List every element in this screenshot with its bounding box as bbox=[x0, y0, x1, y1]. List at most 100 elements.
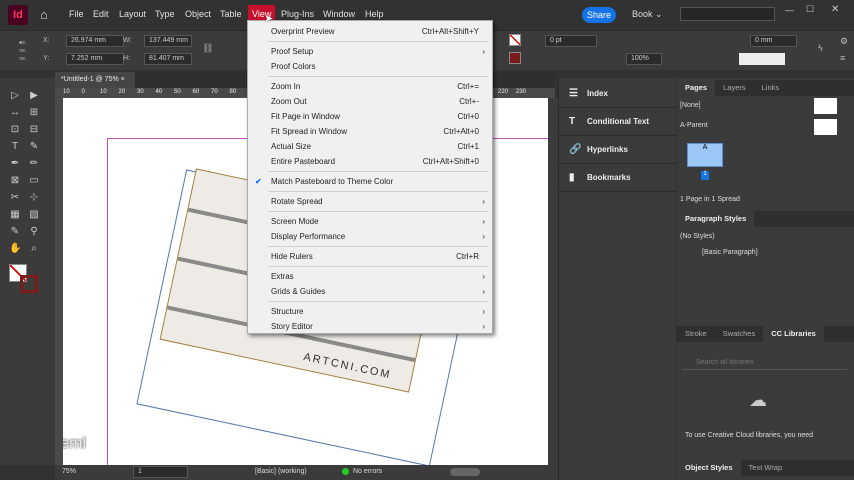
menu-item-rotate-spread[interactable]: Rotate Spread › bbox=[248, 194, 492, 209]
tool-icon[interactable]: ↔ bbox=[9, 107, 21, 119]
close-button[interactable]: ✕ bbox=[831, 4, 839, 15]
menu-type[interactable]: Type bbox=[155, 9, 175, 19]
tab-cc-libraries[interactable]: CC Libraries bbox=[763, 326, 824, 342]
offset-field[interactable]: 0 mm bbox=[750, 35, 797, 47]
stroke-color-swatch[interactable] bbox=[20, 275, 38, 293]
panel-conditional-text[interactable]: T Conditional Text bbox=[559, 108, 677, 136]
tool-icon[interactable]: ⊞ bbox=[28, 107, 40, 119]
vertical-scrollbar[interactable] bbox=[548, 98, 558, 465]
menu-item-zoom-out[interactable]: Zoom Out Ctrl+- bbox=[248, 94, 492, 109]
share-button[interactable]: Share bbox=[582, 7, 616, 23]
menu-item-actual-size[interactable]: Actual Size Ctrl+1 bbox=[248, 139, 492, 154]
tool-icon[interactable]: ⚲ bbox=[28, 226, 40, 238]
preflight-profile[interactable]: [Basic] (working) bbox=[255, 468, 307, 475]
close-tab-icon[interactable]: × bbox=[121, 76, 125, 83]
menu-item-display-performance[interactable]: Display Performance › bbox=[248, 229, 492, 244]
menu-item-extras[interactable]: Extras › bbox=[248, 269, 492, 284]
library-search-input[interactable] bbox=[682, 356, 847, 370]
tool-icon[interactable]: ⊟ bbox=[28, 124, 40, 136]
panel-index[interactable]: ☰ Index bbox=[559, 80, 677, 108]
menu-item-structure[interactable]: Structure › bbox=[248, 304, 492, 319]
menu-edit[interactable]: Edit bbox=[93, 9, 109, 19]
minimize-button[interactable]: — bbox=[785, 5, 794, 15]
gear-icon[interactable]: ⚙ bbox=[840, 36, 848, 47]
menu-separator bbox=[268, 266, 488, 267]
vertical-ruler[interactable] bbox=[55, 98, 63, 465]
workspace-switcher[interactable]: Book ⌄ bbox=[632, 9, 663, 20]
tab-links[interactable]: Links bbox=[754, 80, 788, 96]
tool-icon[interactable]: ✂ bbox=[9, 192, 21, 204]
menu-file[interactable]: File bbox=[69, 9, 84, 19]
menu-window[interactable]: Window bbox=[323, 9, 355, 19]
panel-menu-icon[interactable]: ≡ bbox=[840, 53, 845, 63]
style-dropdown[interactable] bbox=[739, 53, 785, 65]
page-field[interactable]: 1 bbox=[133, 466, 188, 478]
page-thumbnail[interactable]: A bbox=[687, 143, 723, 167]
style-basic-paragraph[interactable]: [Basic Paragraph] bbox=[702, 249, 758, 256]
y-field[interactable]: 7.252 mm bbox=[66, 53, 124, 65]
tool-icon[interactable]: ▭ bbox=[28, 175, 40, 187]
tool-icon[interactable]: ✒ bbox=[9, 158, 21, 170]
tab-layers[interactable]: Layers bbox=[715, 80, 754, 96]
style-no-styles[interactable]: (No Styles) bbox=[680, 233, 715, 240]
tool-icon[interactable]: ⊠ bbox=[9, 175, 21, 187]
menu-item-hide-rulers[interactable]: Hide Rulers Ctrl+R bbox=[248, 249, 492, 264]
menu-item-zoom-in[interactable]: Zoom In Ctrl+= bbox=[248, 79, 492, 94]
menu-item-proof-setup[interactable]: Proof Setup › bbox=[248, 44, 492, 59]
parent-a[interactable]: A-Parent bbox=[680, 122, 708, 129]
menu-item-proof-colors[interactable]: Proof Colors bbox=[248, 59, 492, 74]
zoom-level[interactable]: 75% bbox=[62, 468, 76, 475]
panel-bookmarks[interactable]: ▮ Bookmarks bbox=[559, 164, 677, 192]
menu-item-overprint-preview[interactable]: Overprint Preview Ctrl+Alt+Shift+Y bbox=[248, 24, 492, 39]
menu-item-fit-spread-in-window[interactable]: Fit Spread in Window Ctrl+Alt+0 bbox=[248, 124, 492, 139]
height-field[interactable]: 81.407 mm bbox=[144, 53, 192, 65]
menu-item-grids-guides[interactable]: Grids & Guides › bbox=[248, 284, 492, 299]
tool-icon[interactable]: ⌕ bbox=[28, 243, 40, 255]
document-tab[interactable]: *Untitled-1 @ 75% × bbox=[55, 72, 135, 88]
horizontal-scrollbar[interactable] bbox=[450, 468, 480, 476]
lightning-icon[interactable]: ϟ bbox=[818, 43, 823, 53]
maximize-button[interactable]: ☐ bbox=[806, 4, 814, 15]
tab-stroke[interactable]: Stroke bbox=[677, 326, 715, 342]
menu-help[interactable]: Help bbox=[365, 9, 384, 19]
tab-text-wrap[interactable]: Text Wrap bbox=[741, 460, 791, 476]
tool-icon[interactable]: ▦ bbox=[9, 209, 21, 221]
fill-swatch[interactable] bbox=[509, 34, 521, 46]
tab-object-styles[interactable]: Object Styles bbox=[677, 460, 741, 476]
preflight-status[interactable]: No errors bbox=[353, 468, 382, 475]
menu-item-match-pasteboard-to-theme-color[interactable]: ✔ Match Pasteboard to Theme Color bbox=[248, 174, 492, 189]
menu-object[interactable]: Object bbox=[185, 9, 211, 19]
menu-item-entire-pasteboard[interactable]: Entire Pasteboard Ctrl+Alt+Shift+0 bbox=[248, 154, 492, 169]
tab-paragraph-styles[interactable]: Paragraph Styles bbox=[677, 211, 755, 227]
tool-icon[interactable]: ✎ bbox=[9, 226, 21, 238]
width-field[interactable]: 137.449 mm bbox=[144, 35, 192, 47]
tool-icon[interactable]: ✎ bbox=[28, 141, 40, 153]
home-icon[interactable]: ⌂ bbox=[40, 7, 48, 22]
menu-layout[interactable]: Layout bbox=[119, 9, 146, 19]
menu-item-fit-page-in-window[interactable]: Fit Page in Window Ctrl+0 bbox=[248, 109, 492, 124]
menu-table[interactable]: Table bbox=[220, 9, 242, 19]
search-box[interactable] bbox=[680, 7, 775, 21]
constrain-proportions-icon[interactable]: ⛓ bbox=[202, 43, 213, 54]
opacity-field[interactable]: 100% bbox=[626, 53, 662, 65]
tab-pages[interactable]: Pages bbox=[677, 80, 716, 96]
tool-icon[interactable]: ▨ bbox=[28, 209, 40, 221]
panel-hyperlinks[interactable]: 🔗 Hyperlinks bbox=[559, 136, 677, 164]
tool-icon[interactable]: ▶ bbox=[28, 90, 40, 102]
tool-icon[interactable]: ✏ bbox=[28, 158, 40, 170]
stroke-weight-field[interactable]: 0 pt bbox=[545, 35, 597, 47]
tool-icon[interactable]: T bbox=[9, 141, 21, 153]
tool-icon[interactable]: ⊡ bbox=[9, 124, 21, 136]
x-field[interactable]: 26.974 mm bbox=[66, 35, 124, 47]
ruler-tick-label: 30 bbox=[137, 89, 144, 95]
menu-plug-ins[interactable]: Plug-Ins bbox=[281, 9, 314, 19]
tab-swatches[interactable]: Swatches bbox=[715, 326, 764, 342]
tool-icon[interactable]: ⊹ bbox=[28, 192, 40, 204]
parent-none[interactable]: [None] bbox=[680, 102, 701, 109]
tool-icon[interactable]: ✋ bbox=[9, 243, 21, 255]
tool-icon[interactable]: ▷ bbox=[9, 90, 21, 102]
menu-item-story-editor[interactable]: Story Editor › bbox=[248, 319, 492, 334]
reference-point-icon[interactable]: ▪▫▫ ▫▫▫ ▫▫▫ bbox=[19, 39, 25, 63]
menu-item-screen-mode[interactable]: Screen Mode › bbox=[248, 214, 492, 229]
stroke-swatch[interactable] bbox=[509, 52, 521, 64]
